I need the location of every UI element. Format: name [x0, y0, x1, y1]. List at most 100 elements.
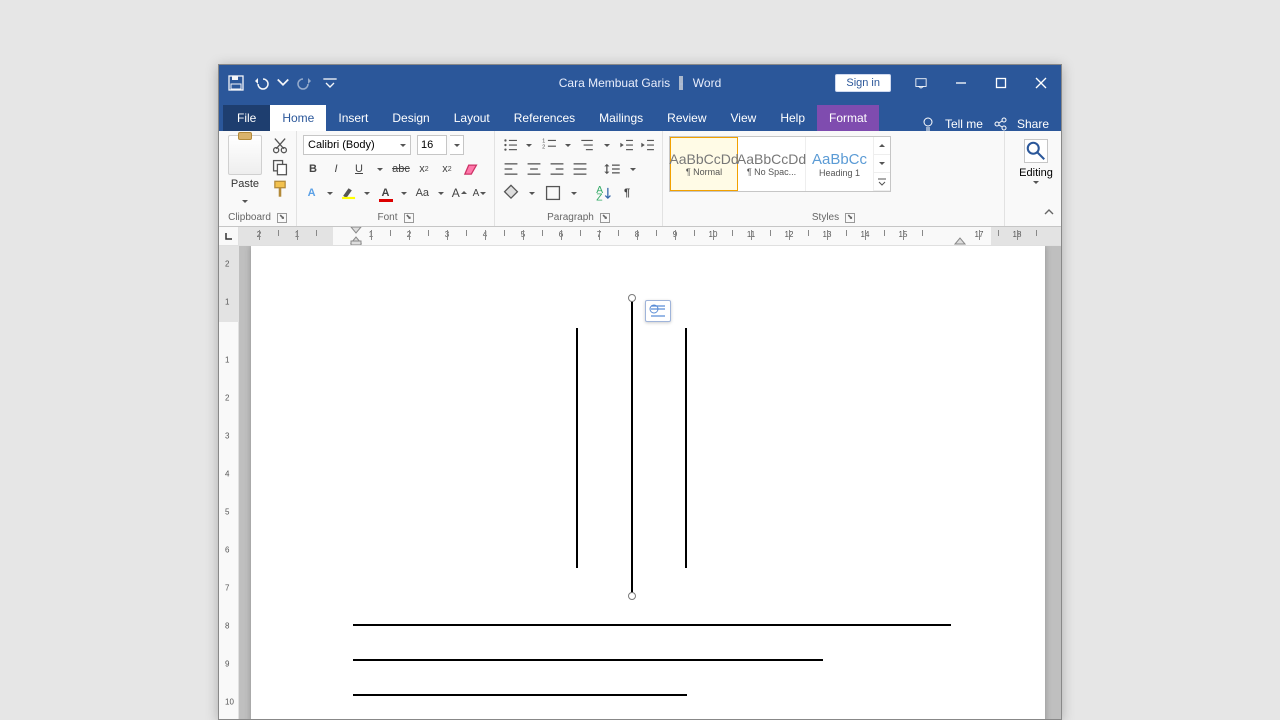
- bullets-dropdown-icon[interactable]: [522, 137, 537, 153]
- tab-view[interactable]: View: [719, 105, 769, 131]
- subscript-icon[interactable]: x2: [414, 159, 434, 179]
- tab-design[interactable]: Design: [380, 105, 441, 131]
- minimize-button[interactable]: [941, 65, 981, 101]
- redo-icon[interactable]: [297, 74, 315, 92]
- clipboard-launcher-icon[interactable]: ⬊: [277, 213, 287, 223]
- styles-launcher-icon[interactable]: ⬊: [845, 213, 855, 223]
- text-effects-icon[interactable]: A: [303, 183, 320, 203]
- clear-formatting-icon[interactable]: [460, 159, 480, 179]
- right-indent-marker[interactable]: [955, 228, 965, 245]
- tab-format[interactable]: Format: [817, 105, 879, 131]
- line-spacing-dropdown-icon[interactable]: [625, 161, 641, 177]
- show-marks-icon[interactable]: ¶: [617, 183, 637, 203]
- shading-dropdown-icon[interactable]: [524, 185, 540, 201]
- sort-icon[interactable]: AZ: [594, 183, 614, 203]
- undo-icon[interactable]: [251, 74, 269, 92]
- multilevel-dropdown-icon[interactable]: [599, 137, 614, 153]
- shading-icon[interactable]: [501, 183, 521, 203]
- styles-gallery[interactable]: AaBbCcDd ¶ Normal AaBbCcDd ¶ No Spac... …: [669, 136, 891, 192]
- editing-dropdown-icon[interactable]: [1033, 181, 1039, 184]
- font-size-stepper[interactable]: [450, 135, 464, 155]
- layout-options-button[interactable]: [645, 300, 671, 322]
- collapse-ribbon-icon[interactable]: [1043, 205, 1055, 223]
- highlight-icon[interactable]: [340, 183, 357, 203]
- signin-button[interactable]: Sign in: [835, 74, 891, 92]
- bullets-icon[interactable]: [501, 135, 519, 155]
- group-font: Calibri (Body) 16 B I U abc: [297, 131, 495, 226]
- style-no-spacing[interactable]: AaBbCcDd ¶ No Spac...: [738, 137, 806, 191]
- tab-home[interactable]: Home: [270, 105, 326, 131]
- paste-button[interactable]: Paste: [225, 135, 265, 208]
- styles-scroll-down-icon[interactable]: [874, 155, 890, 173]
- multilevel-list-icon[interactable]: [578, 135, 596, 155]
- tab-references[interactable]: References: [502, 105, 587, 131]
- font-color-icon[interactable]: A: [377, 183, 394, 203]
- numbering-icon[interactable]: 12: [540, 135, 558, 155]
- styles-scroll-up-icon[interactable]: [874, 137, 890, 155]
- underline-icon[interactable]: U: [349, 159, 369, 179]
- tab-insert[interactable]: Insert: [326, 105, 380, 131]
- save-icon[interactable]: [227, 74, 245, 92]
- format-painter-icon[interactable]: [270, 179, 290, 199]
- close-button[interactable]: [1021, 65, 1061, 101]
- text-effects-dropdown-icon[interactable]: [323, 185, 337, 201]
- decrease-indent-icon[interactable]: [617, 135, 635, 155]
- tab-review[interactable]: Review: [655, 105, 718, 131]
- first-line-indent-marker[interactable]: [351, 227, 361, 243]
- change-case-dropdown-icon[interactable]: [434, 185, 448, 201]
- selection-handle-top[interactable]: [628, 294, 636, 302]
- font-launcher-icon[interactable]: ⬊: [404, 213, 414, 223]
- borders-dropdown-icon[interactable]: [566, 185, 582, 201]
- styles-more-icon[interactable]: [874, 173, 890, 191]
- shape-vertical-line-3[interactable]: [685, 328, 687, 568]
- align-center-icon[interactable]: [524, 159, 544, 179]
- italic-icon[interactable]: I: [326, 159, 346, 179]
- ribbon-display-options-icon[interactable]: [901, 65, 941, 101]
- bold-icon[interactable]: B: [303, 159, 323, 179]
- find-icon[interactable]: [1024, 139, 1048, 163]
- shrink-font-icon[interactable]: A: [471, 183, 488, 203]
- font-name-combo[interactable]: Calibri (Body): [303, 135, 411, 155]
- styles-scroll[interactable]: [874, 137, 890, 191]
- maximize-button[interactable]: [981, 65, 1021, 101]
- underline-dropdown-icon[interactable]: [372, 161, 388, 177]
- justify-icon[interactable]: [570, 159, 590, 179]
- line-spacing-icon[interactable]: [602, 159, 622, 179]
- align-left-icon[interactable]: [501, 159, 521, 179]
- paragraph-launcher-icon[interactable]: ⬊: [600, 213, 610, 223]
- cut-icon[interactable]: [270, 135, 290, 155]
- strikethrough-icon[interactable]: abc: [391, 159, 411, 179]
- numbering-dropdown-icon[interactable]: [561, 137, 576, 153]
- selection-handle-bottom[interactable]: [628, 592, 636, 600]
- share-label[interactable]: Share: [1017, 117, 1049, 131]
- borders-icon[interactable]: [543, 183, 563, 203]
- tab-file[interactable]: File: [223, 105, 270, 131]
- superscript-icon[interactable]: x2: [437, 159, 457, 179]
- vertical-ruler[interactable]: 2112345678910: [219, 246, 239, 719]
- font-color-dropdown-icon[interactable]: [397, 185, 411, 201]
- highlight-dropdown-icon[interactable]: [360, 185, 374, 201]
- page-viewport[interactable]: [239, 246, 1061, 719]
- tab-selector[interactable]: [219, 227, 239, 245]
- tab-help[interactable]: Help: [768, 105, 817, 131]
- font-size-value: 16: [421, 139, 433, 151]
- title-right: Sign in: [835, 65, 1061, 101]
- style-normal[interactable]: AaBbCcDd ¶ Normal: [670, 137, 738, 191]
- align-right-icon[interactable]: [547, 159, 567, 179]
- qat-customize-icon[interactable]: [321, 74, 339, 92]
- style-heading1[interactable]: AaBbCc Heading 1: [806, 137, 874, 191]
- increase-indent-icon[interactable]: [638, 135, 656, 155]
- clipboard-group-label: Clipboard: [228, 212, 271, 223]
- grow-font-icon[interactable]: A: [451, 183, 468, 203]
- font-size-combo[interactable]: 16: [417, 135, 447, 155]
- tab-mailings[interactable]: Mailings: [587, 105, 655, 131]
- copy-icon[interactable]: [270, 157, 290, 177]
- undo-dropdown-icon[interactable]: [275, 75, 291, 91]
- change-case-icon[interactable]: Aa: [414, 183, 431, 203]
- tab-layout[interactable]: Layout: [442, 105, 502, 131]
- group-styles: AaBbCcDd ¶ Normal AaBbCcDd ¶ No Spac... …: [663, 131, 1005, 226]
- shape-vertical-line-1[interactable]: [576, 328, 578, 568]
- shape-vertical-line-2-selected[interactable]: [631, 298, 633, 596]
- horizontal-ruler[interactable]: 211234567891011121314151718: [239, 227, 1061, 245]
- tell-me-label[interactable]: Tell me: [945, 117, 983, 131]
